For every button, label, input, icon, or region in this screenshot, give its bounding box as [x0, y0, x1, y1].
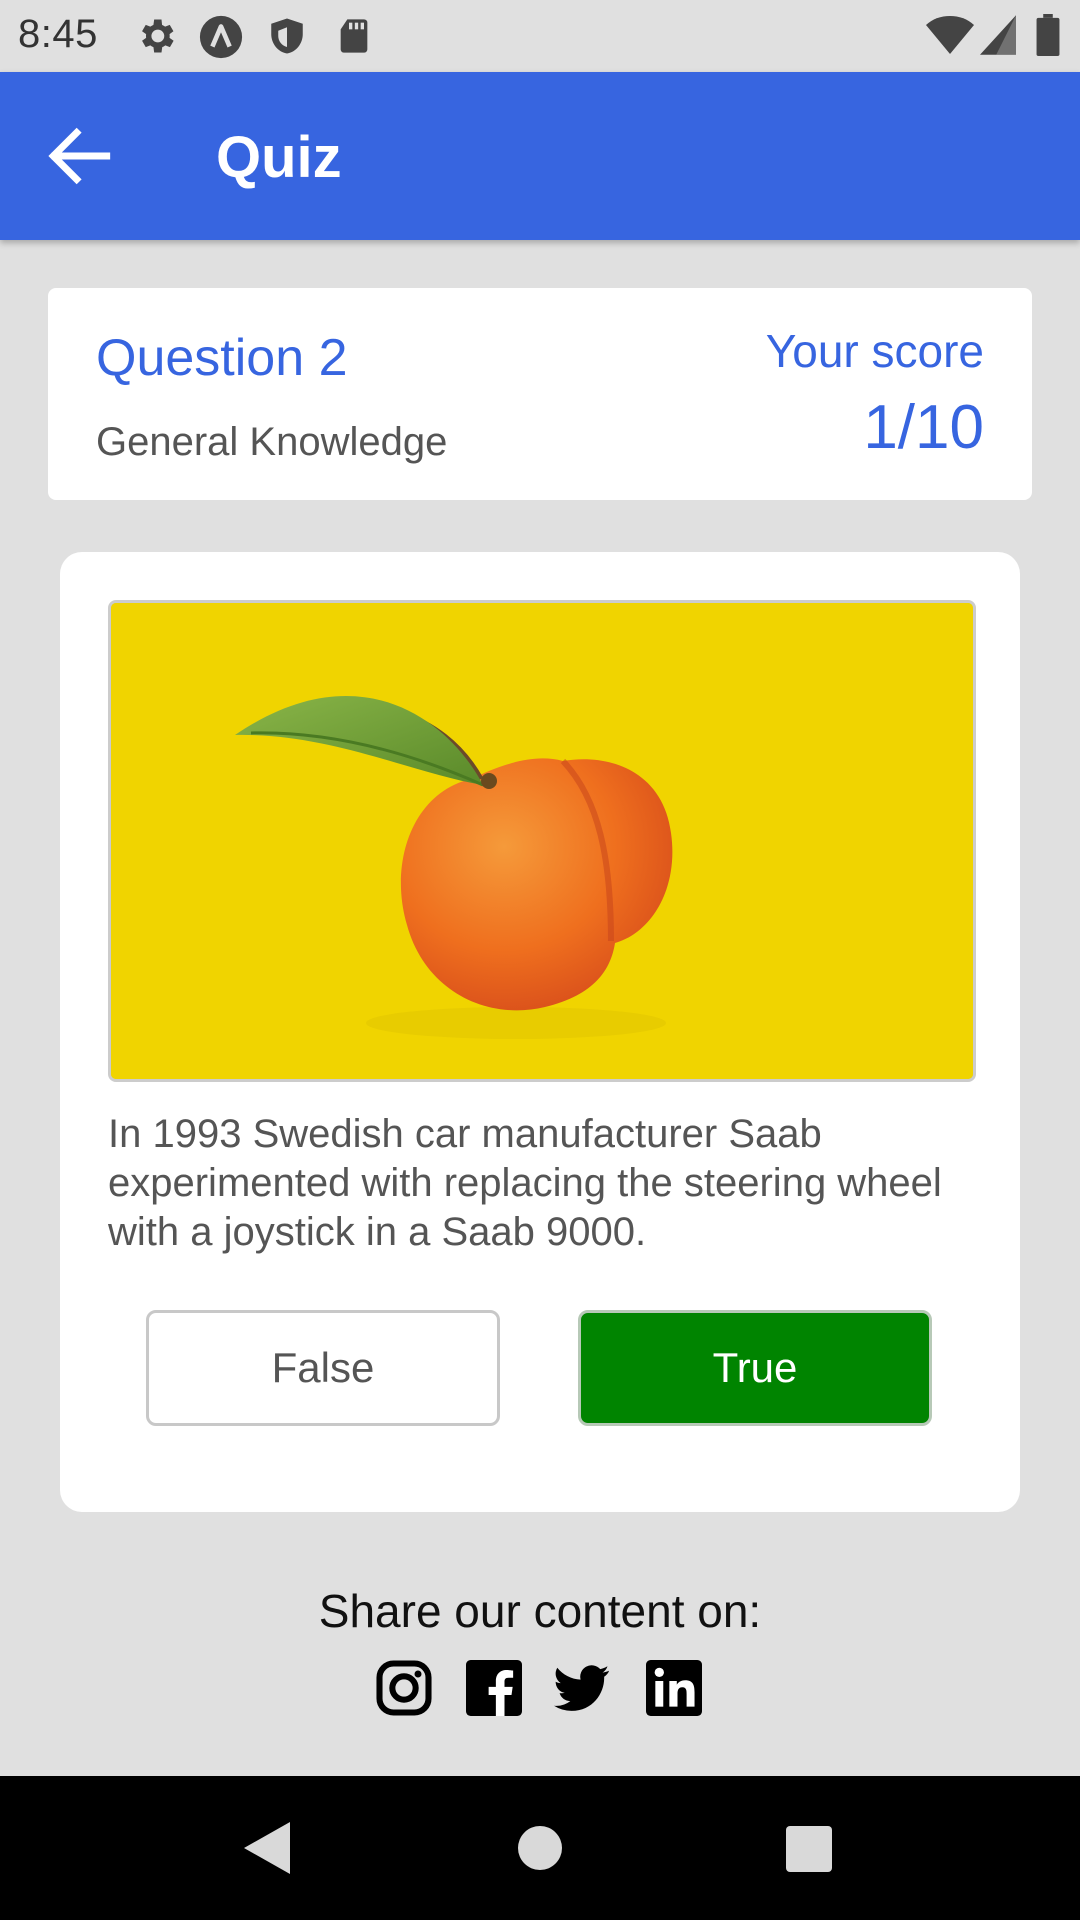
- peach-image: [111, 603, 973, 1079]
- score-value: 1/10: [863, 393, 984, 462]
- facebook-icon[interactable]: [466, 1660, 522, 1716]
- question-image: [108, 600, 976, 1082]
- question-number: Question 2: [96, 329, 348, 387]
- battery-icon: [1036, 14, 1060, 56]
- status-bar: 8:45: [0, 0, 1080, 72]
- settings-icon: [142, 19, 174, 53]
- instagram-icon[interactable]: [376, 1660, 432, 1716]
- question-card: In 1993 Swedish car manufacturer Saab ex…: [60, 552, 1020, 1512]
- question-text: In 1993 Swedish car manufacturer Saab ex…: [108, 1112, 942, 1254]
- twitter-icon[interactable]: [554, 1660, 610, 1716]
- back-button[interactable]: [40, 116, 120, 196]
- social-links: [376, 1660, 706, 1716]
- status-time: 8:45: [18, 12, 98, 56]
- question-info-card: Question 2 General Knowledge Your score …: [48, 288, 1032, 500]
- system-nav-bar: [0, 1776, 1080, 1920]
- signal-icon: [980, 15, 1016, 55]
- false-button[interactable]: False: [146, 1310, 500, 1426]
- wifi-icon: [926, 16, 974, 54]
- linkedin-icon[interactable]: [646, 1660, 702, 1716]
- page-title: Quiz: [216, 125, 342, 190]
- app-a-icon: [199, 15, 243, 59]
- back-triangle-icon[interactable]: [244, 1822, 290, 1874]
- true-button[interactable]: True: [578, 1310, 932, 1426]
- app-bar: Quiz: [0, 72, 1080, 240]
- question-category: General Knowledge: [96, 420, 448, 464]
- sd-card-icon: [340, 19, 368, 53]
- share-heading: Share our content on:: [318, 1585, 762, 1637]
- score-label: Your score: [765, 325, 984, 377]
- arrow-left-icon: [48, 127, 111, 185]
- home-circle-icon[interactable]: [518, 1826, 562, 1870]
- shield-icon: [271, 18, 303, 54]
- recents-square-icon[interactable]: [786, 1826, 832, 1872]
